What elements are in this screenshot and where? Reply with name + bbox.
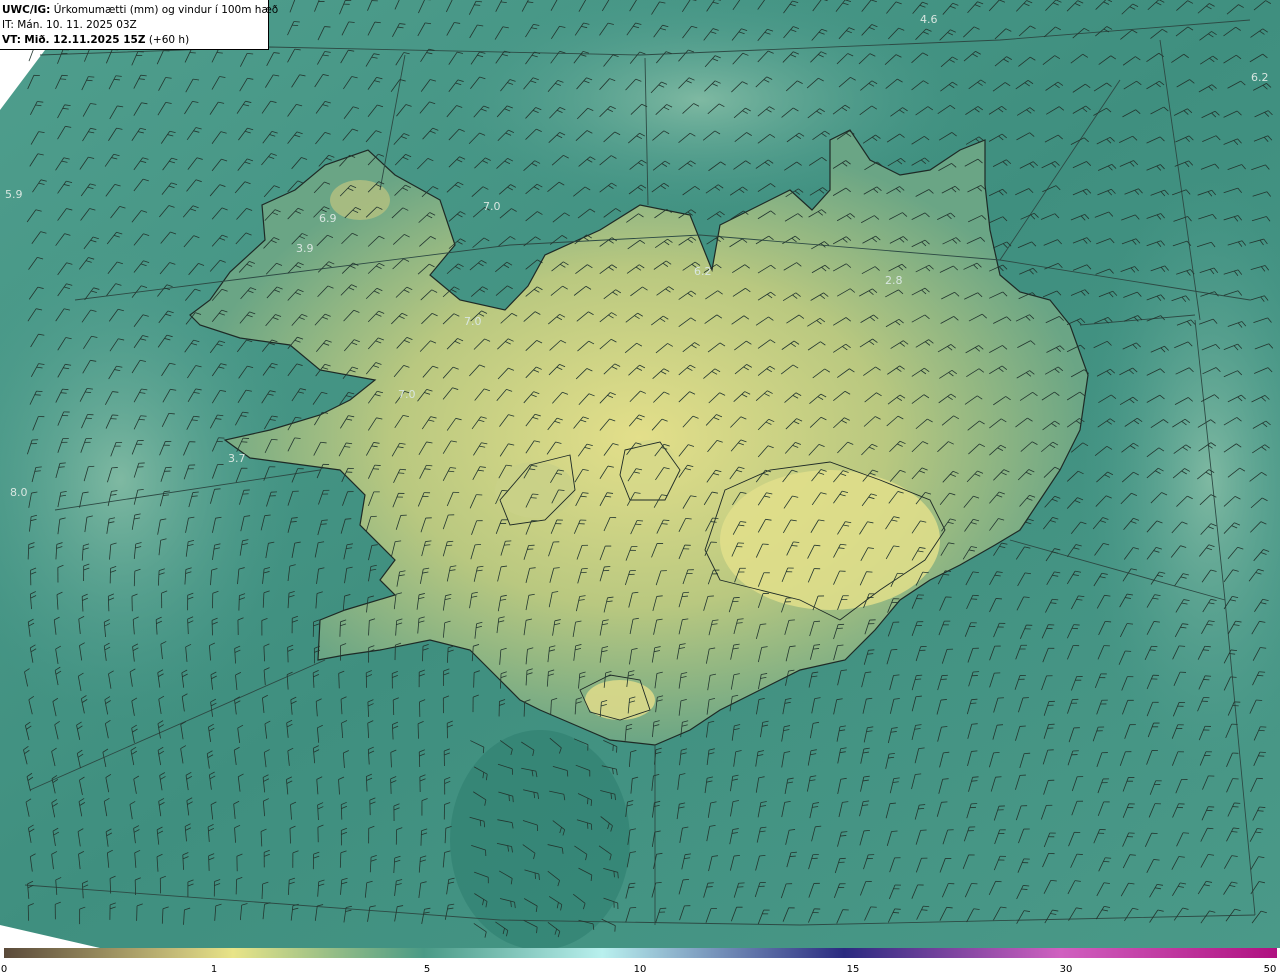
map-value-label: 5.9 xyxy=(5,188,23,201)
colorbar-tick: 50 xyxy=(1263,964,1277,975)
colorbar-tick: 5 xyxy=(423,964,431,975)
map-value-label: 3.9 xyxy=(296,242,314,255)
map-value-label: 3.7 xyxy=(228,452,246,465)
valid-time: Mið. 12.11.2025 15Z xyxy=(24,34,146,46)
map-value-label: 6.2 xyxy=(1251,71,1269,84)
map-value-label: 8.0 xyxy=(10,486,28,499)
colorbar-tick: 10 xyxy=(633,964,647,975)
map-value-label: 6.2 xyxy=(694,265,712,278)
map-value-label: 7.0 xyxy=(398,388,416,401)
valid-time-row: VT: Mið. 12.11.2025 15Z (+60 h) xyxy=(2,33,268,48)
model-name: UWC/IG: xyxy=(2,4,51,16)
colorbar-tick: 30 xyxy=(1059,964,1073,975)
forecast-map: 4.6 6.2 5.9 6.9 3.9 7.0 6.2 2.8 7.0 7.0 … xyxy=(0,0,1280,950)
value-labels: 4.6 6.2 5.9 6.9 3.9 7.0 6.2 2.8 7.0 7.0 … xyxy=(5,13,1269,499)
map-value-label: 7.0 xyxy=(464,315,482,328)
map-value-label: 6.9 xyxy=(319,212,337,225)
init-time: IT: Mán. 10. 11. 2025 03Z xyxy=(2,19,137,31)
colorbar-tick: 15 xyxy=(846,964,860,975)
title-row: UWC/IG: Úrkomumætti (mm) og vindur í 100… xyxy=(2,3,278,18)
parameter-title: Úrkomumætti (mm) og vindur í 100m hæð xyxy=(53,4,279,16)
colorbar: 0 1 5 10 15 30 50 xyxy=(0,948,1280,978)
map-value-label: 7.0 xyxy=(483,200,501,213)
map-value-label: 4.6 xyxy=(920,13,938,26)
colorbar-tick: 1 xyxy=(210,964,218,975)
map-value-label: 2.8 xyxy=(885,274,903,287)
colorbar-tick: 0 xyxy=(0,964,8,975)
lead-time: (+60 h) xyxy=(148,34,190,46)
valid-prefix: VT: xyxy=(2,34,21,46)
colorbar-strip xyxy=(4,948,1277,958)
map-info-box: UWC/IG: Úrkomumætti (mm) og vindur í 100… xyxy=(0,0,278,50)
